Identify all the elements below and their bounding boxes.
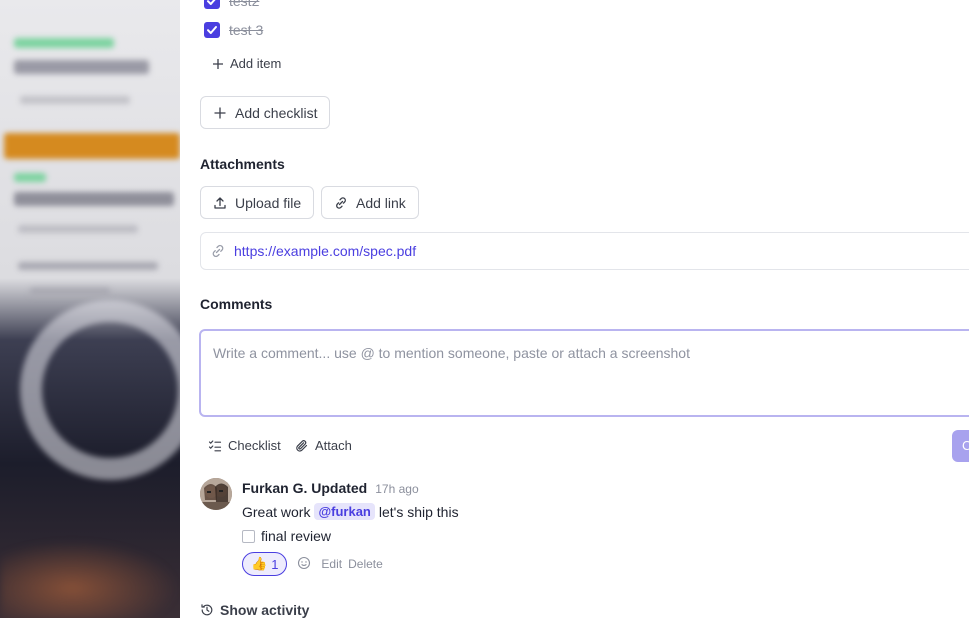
blur-glow	[0, 540, 180, 618]
upload-file-label: Upload file	[235, 194, 302, 211]
checklist-item-label: test2	[229, 0, 260, 9]
blur-shape	[18, 225, 138, 233]
blurred-background	[0, 0, 180, 618]
add-item-button[interactable]: Add item	[212, 56, 281, 71]
thumbs-up-icon: 👍	[251, 556, 268, 571]
add-checklist-button[interactable]: Add checklist	[200, 96, 331, 129]
comment-text: let's ship this	[378, 503, 459, 520]
comment-editor[interactable]	[199, 329, 969, 417]
blur-shape	[20, 96, 130, 104]
checklist-icon	[208, 439, 222, 451]
comment-body: Great work @furkan let's ship this	[242, 503, 459, 520]
comment-checklist-item[interactable]: final review	[242, 528, 331, 544]
comment-checklist-label: final review	[261, 528, 332, 544]
blur-shape	[30, 288, 110, 296]
checkbox-checked[interactable]	[204, 0, 220, 9]
checkbox-unchecked[interactable]	[242, 529, 255, 543]
mention-chip[interactable]: @furkan	[314, 503, 375, 520]
blur-shape	[14, 38, 114, 48]
reaction-pill[interactable]: 👍 1	[242, 552, 288, 576]
upload-icon	[214, 196, 226, 209]
checklist-item-label: test 3	[229, 22, 264, 38]
submit-comment-button[interactable]: C	[952, 430, 969, 462]
comment-author: Furkan G. Updated	[242, 480, 368, 496]
attachments-title: Attachments	[200, 156, 285, 172]
blur-shape	[14, 60, 149, 74]
checklist-tool-label: Checklist	[228, 438, 281, 453]
delete-comment-button[interactable]: Delete	[348, 557, 383, 571]
blur-shape	[18, 262, 158, 270]
avatar	[200, 478, 232, 510]
comments-title: Comments	[200, 296, 273, 312]
show-activity-button[interactable]: Show activity	[200, 602, 309, 618]
add-reaction-button[interactable]	[297, 556, 311, 573]
comment-text: Great work	[242, 503, 311, 520]
blur-shape	[14, 173, 46, 182]
attach-button[interactable]: Attach	[295, 438, 352, 453]
reaction-count: 1	[271, 556, 279, 572]
edit-comment-button[interactable]: Edit	[321, 557, 342, 571]
checklist-item[interactable]: test2	[204, 0, 259, 9]
check-icon	[207, 26, 217, 34]
history-icon	[201, 604, 213, 616]
attachment-link[interactable]: https://example.com/spec.pdf	[234, 243, 416, 259]
add-checklist-label: Add checklist	[235, 104, 318, 121]
plus-icon	[213, 58, 223, 69]
add-link-label: Add link	[356, 194, 406, 211]
link-icon	[336, 196, 346, 209]
check-icon	[207, 0, 216, 5]
submit-button-glyph: C	[962, 438, 969, 453]
paperclip-icon	[296, 439, 308, 452]
insert-checklist-button[interactable]: Checklist	[208, 438, 281, 453]
add-link-button[interactable]: Add link	[321, 186, 419, 219]
attach-tool-label: Attach	[315, 438, 352, 453]
checklist-item[interactable]: test 3	[204, 22, 263, 38]
blur-shape	[4, 133, 180, 159]
blur-shape	[14, 192, 174, 206]
add-item-label: Add item	[230, 56, 282, 71]
blur-ring	[20, 300, 180, 480]
upload-file-button[interactable]: Upload file	[200, 186, 315, 219]
link-icon	[212, 244, 224, 258]
comment-actions: 👍 1 Edit Delete	[242, 552, 383, 576]
comment-meta: Furkan G. Updated 17h ago	[242, 480, 419, 496]
plus-icon	[214, 107, 226, 118]
show-activity-label: Show activity	[220, 602, 310, 618]
checkbox-checked[interactable]	[204, 22, 220, 38]
avatar-image	[200, 478, 232, 510]
attachment-item: https://example.com/spec.pdf	[200, 232, 969, 270]
comment-timestamp: 17h ago	[375, 482, 419, 496]
smiley-icon	[298, 556, 311, 569]
comment-input[interactable]	[213, 345, 969, 401]
task-detail-panel: test2 test 3 Add item Add checklist Atta…	[180, 0, 969, 618]
